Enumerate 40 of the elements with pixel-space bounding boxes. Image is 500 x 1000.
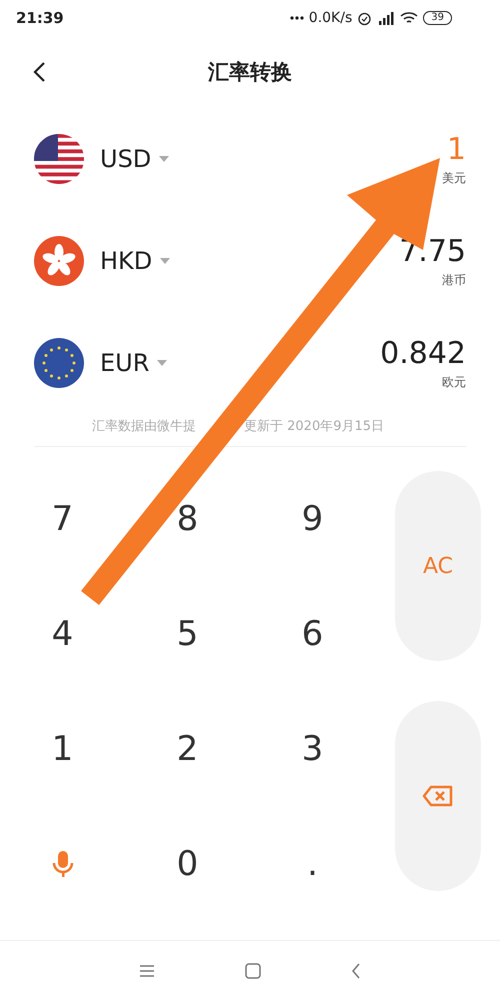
caret-icon[interactable] [159,156,170,162]
currency-name: 港币 [442,272,466,288]
digit-key[interactable]: 8 [125,461,250,576]
network-speed: 0.0K/s [308,10,352,26]
dots-icon [290,16,304,20]
battery-indicator: 39 [423,11,452,25]
signal-icon [377,11,396,25]
rate-source-note: 更新于 2020年9月15日 [244,418,384,435]
page-title: 汇率转换 [208,59,292,86]
digit-key[interactable]: 5 [125,576,250,691]
currency-amount: 0.842 [380,336,466,372]
home-icon[interactable] [245,963,261,979]
digit-key[interactable]: 7 [0,461,125,576]
back-nav-icon[interactable] [351,963,361,979]
menu-icon[interactable] [139,964,155,978]
digit-key[interactable]: 3 [250,691,375,806]
digit-key[interactable]: . [250,806,375,921]
flag-icon [34,236,84,286]
currency-code[interactable]: HKD [100,247,152,275]
status-time: 21:39 [16,9,64,27]
backspace-icon [422,785,454,807]
digit-key[interactable]: 1 [0,691,125,806]
flag-icon [34,338,84,388]
currency-code[interactable]: EUR [100,349,150,377]
digit-key[interactable]: 4 [0,576,125,691]
currency-name: 美元 [442,170,466,186]
currency-code[interactable]: USD [100,145,152,173]
currency-name: 欧元 [442,374,466,390]
wifi-icon [400,11,418,25]
digit-key[interactable]: 2 [125,691,250,806]
caret-icon[interactable] [157,360,168,366]
back-icon[interactable] [32,61,46,83]
flag-icon [34,134,84,184]
microphone-icon [52,850,74,878]
currency-amount: 1 [446,132,466,168]
digit-key[interactable]: 0 [125,806,250,921]
digit-key[interactable]: 6 [250,576,375,691]
caret-icon[interactable] [160,258,170,264]
digit-key[interactable]: 9 [250,461,375,576]
rate-source-note: 汇率数据由微牛提 [92,418,196,435]
